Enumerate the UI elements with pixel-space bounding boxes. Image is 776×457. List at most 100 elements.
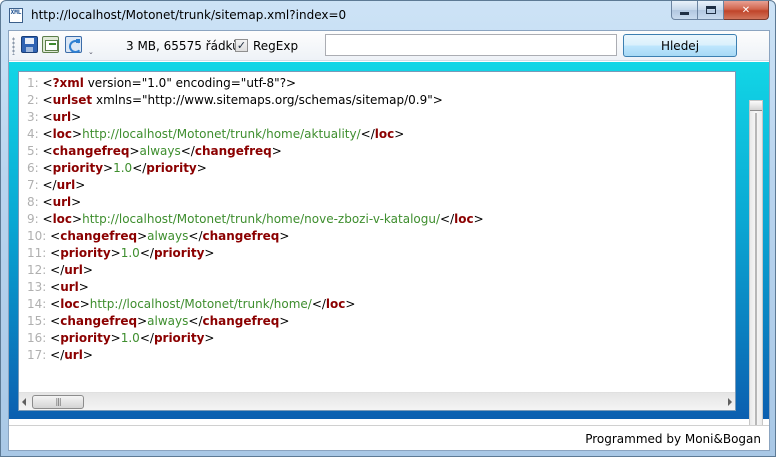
xml-tag-name: url — [64, 348, 83, 362]
xml-tag-name: url — [52, 110, 72, 124]
xml-punctuation: < — [50, 246, 61, 260]
scroll-right-icon[interactable] — [728, 398, 732, 406]
xml-tag-name: priority — [153, 246, 205, 260]
regexp-label[interactable]: RegExp — [253, 39, 298, 53]
xml-tag-name: ?xml — [52, 76, 84, 90]
xml-text-value: http://localhost/Motonet/trunk/home/aktu… — [82, 127, 361, 141]
close-button[interactable]: ✕ — [724, 1, 769, 20]
xml-punctuation: < — [50, 314, 61, 328]
xml-punctuation: > — [71, 110, 82, 124]
regexp-checkbox[interactable]: ✓ — [235, 39, 248, 52]
xml-tag-name: changefreq — [202, 229, 280, 243]
line-number: 5: — [27, 144, 43, 158]
title-bar[interactable]: XML http://localhost/Motonet/trunk/sitem… — [1, 1, 775, 29]
xml-tag-name: priority — [60, 246, 111, 260]
reload-icon[interactable] — [65, 36, 82, 53]
xml-tag-name: changefreq — [60, 229, 138, 243]
xml-punctuation: < — [50, 297, 61, 311]
xml-punctuation: > — [110, 331, 121, 345]
code-line: 10: <changefreq>always</changefreq> — [19, 228, 735, 245]
code-panel: 1: < ?xml version="1.0" encoding="utf-8"?… — [18, 71, 736, 411]
line-number: 8: — [27, 195, 43, 209]
xml-punctuation: < — [42, 127, 53, 141]
code-line: 1: <?xml version="1.0" encoding="utf-8"?… — [19, 75, 735, 92]
xml-punctuation: < — [42, 144, 53, 158]
window-title: http://localhost/Motonet/trunk/sitemap.x… — [31, 8, 347, 22]
xml-app-icon[interactable]: XML — [9, 8, 23, 23]
xml-punctuation: > — [78, 280, 89, 294]
xml-punctuation: > — [394, 127, 405, 141]
xml-punctuation: > — [72, 127, 83, 141]
line-number: 13: — [27, 280, 51, 294]
xml-punctuation: > — [204, 331, 215, 345]
xml-punctuation: xmlns="http://www.sitemaps.org/schemas/s… — [92, 93, 443, 107]
close-icon: ✕ — [741, 4, 751, 16]
search-input[interactable] — [325, 34, 617, 56]
line-number: 15: — [27, 314, 51, 328]
code-line: 9: <loc>http://localhost/Motonet/trunk/h… — [19, 211, 735, 228]
code-view[interactable]: 1: < ?xml version="1.0" encoding="utf-8"?… — [19, 75, 735, 391]
xml-tag-name: url — [60, 280, 79, 294]
xml-tag-name: loc — [374, 127, 395, 141]
xml-punctuation: > — [71, 195, 82, 209]
search-button[interactable]: Hledej — [623, 34, 737, 57]
client-area: ⌄ 3 MB, 65575 řádků ✓ RegExp Hledej 1: <… — [8, 30, 770, 451]
xml-text-value: 1.0 — [120, 246, 140, 260]
xml-punctuation: > — [279, 229, 290, 243]
code-line: 13: <url> — [19, 279, 735, 296]
xml-text-value: http://localhost/Motonet/trunk/home/ — [89, 297, 312, 311]
editor-background: 1: < ?xml version="1.0" encoding="utf-8"?… — [9, 62, 769, 436]
xml-punctuation: > — [82, 348, 93, 362]
xml-punctuation: < — [42, 212, 53, 226]
minimize-button[interactable] — [671, 1, 698, 20]
scroll-left-icon[interactable] — [22, 398, 26, 406]
xml-text-value: always — [147, 229, 189, 243]
open-file-icon[interactable] — [42, 36, 59, 53]
xml-tag-name: loc — [325, 297, 346, 311]
code-line: 2: <urlset xmlns="http://www.sitemaps.or… — [19, 92, 735, 109]
xml-punctuation: > — [196, 161, 207, 175]
xml-punctuation: </ — [360, 127, 375, 141]
maximize-button[interactable] — [698, 1, 724, 20]
window-controls: ✕ — [671, 1, 769, 21]
xml-punctuation: </ — [311, 297, 326, 311]
xml-punctuation: > — [271, 144, 282, 158]
xml-punctuation: > — [137, 314, 148, 328]
line-number: 14: — [27, 297, 51, 311]
vertical-slider-track — [755, 113, 757, 433]
xml-tag-name: url — [64, 263, 83, 277]
xml-tag-name: priority — [60, 331, 111, 345]
horizontal-scroll-thumb[interactable]: ||| — [32, 395, 84, 409]
xml-punctuation: > — [103, 161, 114, 175]
xml-tag-name: priority — [146, 161, 197, 175]
line-number: 1: — [27, 76, 43, 90]
toolbar-overflow-icon[interactable]: ⌄ — [88, 48, 94, 56]
line-number: 6: — [27, 161, 43, 175]
toolbar-grip-icon[interactable] — [12, 37, 15, 55]
code-line: 16: <priority>1.0</priority> — [19, 330, 735, 347]
xml-punctuation: < — [50, 280, 61, 294]
line-number: 2: — [27, 93, 43, 107]
xml-punctuation: version="1.0" encoding="utf-8"?> — [83, 76, 297, 90]
save-icon[interactable] — [21, 36, 38, 53]
toolbar: ⌄ 3 MB, 65575 řádků ✓ RegExp Hledej — [9, 31, 769, 61]
line-number: 11: — [27, 246, 51, 260]
minimize-icon — [680, 11, 689, 15]
code-line: 15: <changefreq>always</changefreq> — [19, 313, 735, 330]
xml-tag-name: url — [56, 178, 76, 192]
xml-tag-name: loc — [52, 127, 73, 141]
horizontal-scrollbar[interactable]: ||| — [19, 392, 735, 410]
xml-punctuation: </ — [50, 263, 65, 277]
xml-punctuation: < — [42, 93, 53, 107]
code-line: 11: <priority>1.0</priority> — [19, 245, 735, 262]
code-line: 6: <priority>1.0</priority> — [19, 160, 735, 177]
xml-punctuation: </ — [139, 331, 154, 345]
vertical-slider-thumb[interactable] — [750, 101, 762, 111]
xml-tag-name: priority — [153, 331, 205, 345]
line-number: 7: — [27, 178, 43, 192]
vertical-slider[interactable] — [749, 100, 763, 436]
xml-text-value: http://localhost/Motonet/trunk/home/nove… — [82, 212, 441, 226]
xml-punctuation: > — [79, 297, 90, 311]
xml-punctuation: </ — [139, 246, 154, 260]
line-number: 12: — [27, 263, 51, 277]
